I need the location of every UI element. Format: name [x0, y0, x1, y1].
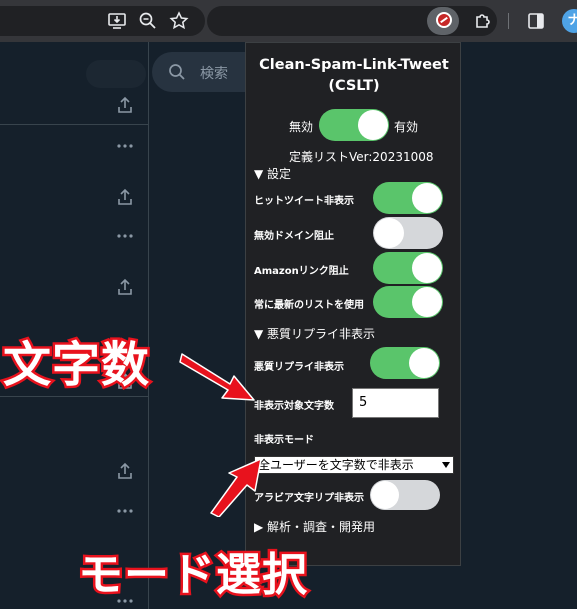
extension-popup: Clean-Spam-Link-Tweet (CSLT) 無効 有効 定義リスト… — [245, 42, 461, 566]
toggle-reply-hide[interactable] — [370, 347, 440, 379]
reply-hide-label: 悪質リプライ非表示 — [254, 362, 344, 373]
toggle-hit-tweet[interactable] — [373, 182, 443, 214]
setting-label-hit-tweet: ヒットツイート非表示 — [254, 196, 354, 207]
setting-label-amazon-link: Amazonリンク阻止 — [254, 266, 349, 277]
reply-section-toggle[interactable]: ▼ 悪質リプライ非表示 — [254, 325, 375, 342]
share-icon[interactable] — [116, 96, 134, 114]
puzzle-icon[interactable] — [473, 11, 493, 31]
search-icon — [169, 64, 185, 80]
toggle-knob — [412, 253, 442, 283]
toggle-latest-list[interactable] — [373, 286, 443, 318]
settings-section-toggle[interactable]: ▼ 設定 — [254, 165, 291, 182]
annotation-char-count: 文字数 — [0, 335, 151, 396]
side-panel-icon[interactable] — [526, 11, 546, 31]
timeline-divider — [0, 396, 148, 397]
more-icon[interactable] — [116, 232, 134, 240]
toggle-knob — [412, 287, 442, 317]
setting-label-invalid-domain: 無効ドメイン阻止 — [254, 231, 334, 242]
bookmark-star-icon[interactable] — [169, 11, 189, 31]
toggle-invalid-domain[interactable] — [373, 217, 443, 249]
master-off-label: 無効 — [289, 120, 314, 134]
share-icon[interactable] — [116, 462, 134, 480]
setting-label-latest-list: 常に最新のリストを使用 — [254, 300, 364, 311]
share-icon[interactable] — [116, 278, 134, 296]
analysis-section-toggle[interactable]: ▶ 解析・調査・開発用 — [254, 518, 375, 535]
hide-mode-label: 非表示モード — [254, 435, 314, 446]
chevron-down-icon — [442, 462, 450, 468]
hide-mode-select[interactable]: 全ユーザーを文字数で非表示 — [254, 456, 454, 474]
annotation-arrow-icon — [179, 353, 255, 401]
install-app-icon[interactable] — [107, 11, 127, 31]
char-count-label: 非表示対象文字数 — [254, 401, 334, 412]
toggle-knob — [358, 110, 388, 140]
search-placeholder: 検索 — [200, 66, 228, 82]
char-count-input[interactable]: 5 — [352, 388, 439, 418]
more-icon[interactable] — [116, 142, 134, 150]
list-version: 定義リストVer:20231008 — [289, 150, 434, 164]
master-toggle[interactable] — [319, 109, 389, 141]
annotation-mode-select: モード選択 — [75, 546, 309, 604]
toggle-knob — [409, 348, 439, 378]
profile-avatar[interactable]: ナ — [562, 9, 577, 33]
toggle-knob — [374, 218, 404, 248]
browser-toolbar: ナ — [0, 0, 577, 42]
hide-mode-selected: 全ユーザーを文字数で非表示 — [258, 458, 414, 472]
toggle-knob — [412, 183, 442, 213]
share-icon[interactable] — [116, 188, 134, 206]
timeline-divider — [0, 124, 148, 125]
popup-title: Clean-Spam-Link-Tweet (CSLT) — [259, 57, 449, 94]
toggle-amazon-link[interactable] — [373, 252, 443, 284]
zoom-icon[interactable] — [138, 11, 158, 31]
toggle-arabic[interactable] — [370, 480, 440, 510]
toolbar-separator — [508, 13, 509, 29]
arabic-label: アラビア文字リプ非表示 — [254, 493, 364, 504]
toggle-knob — [371, 481, 399, 509]
extension-cslt-icon[interactable] — [436, 12, 452, 28]
annotation-arrow-icon — [210, 458, 262, 517]
more-icon[interactable] — [116, 507, 134, 515]
ghost-pill — [86, 60, 146, 88]
master-on-label: 有効 — [394, 120, 419, 134]
